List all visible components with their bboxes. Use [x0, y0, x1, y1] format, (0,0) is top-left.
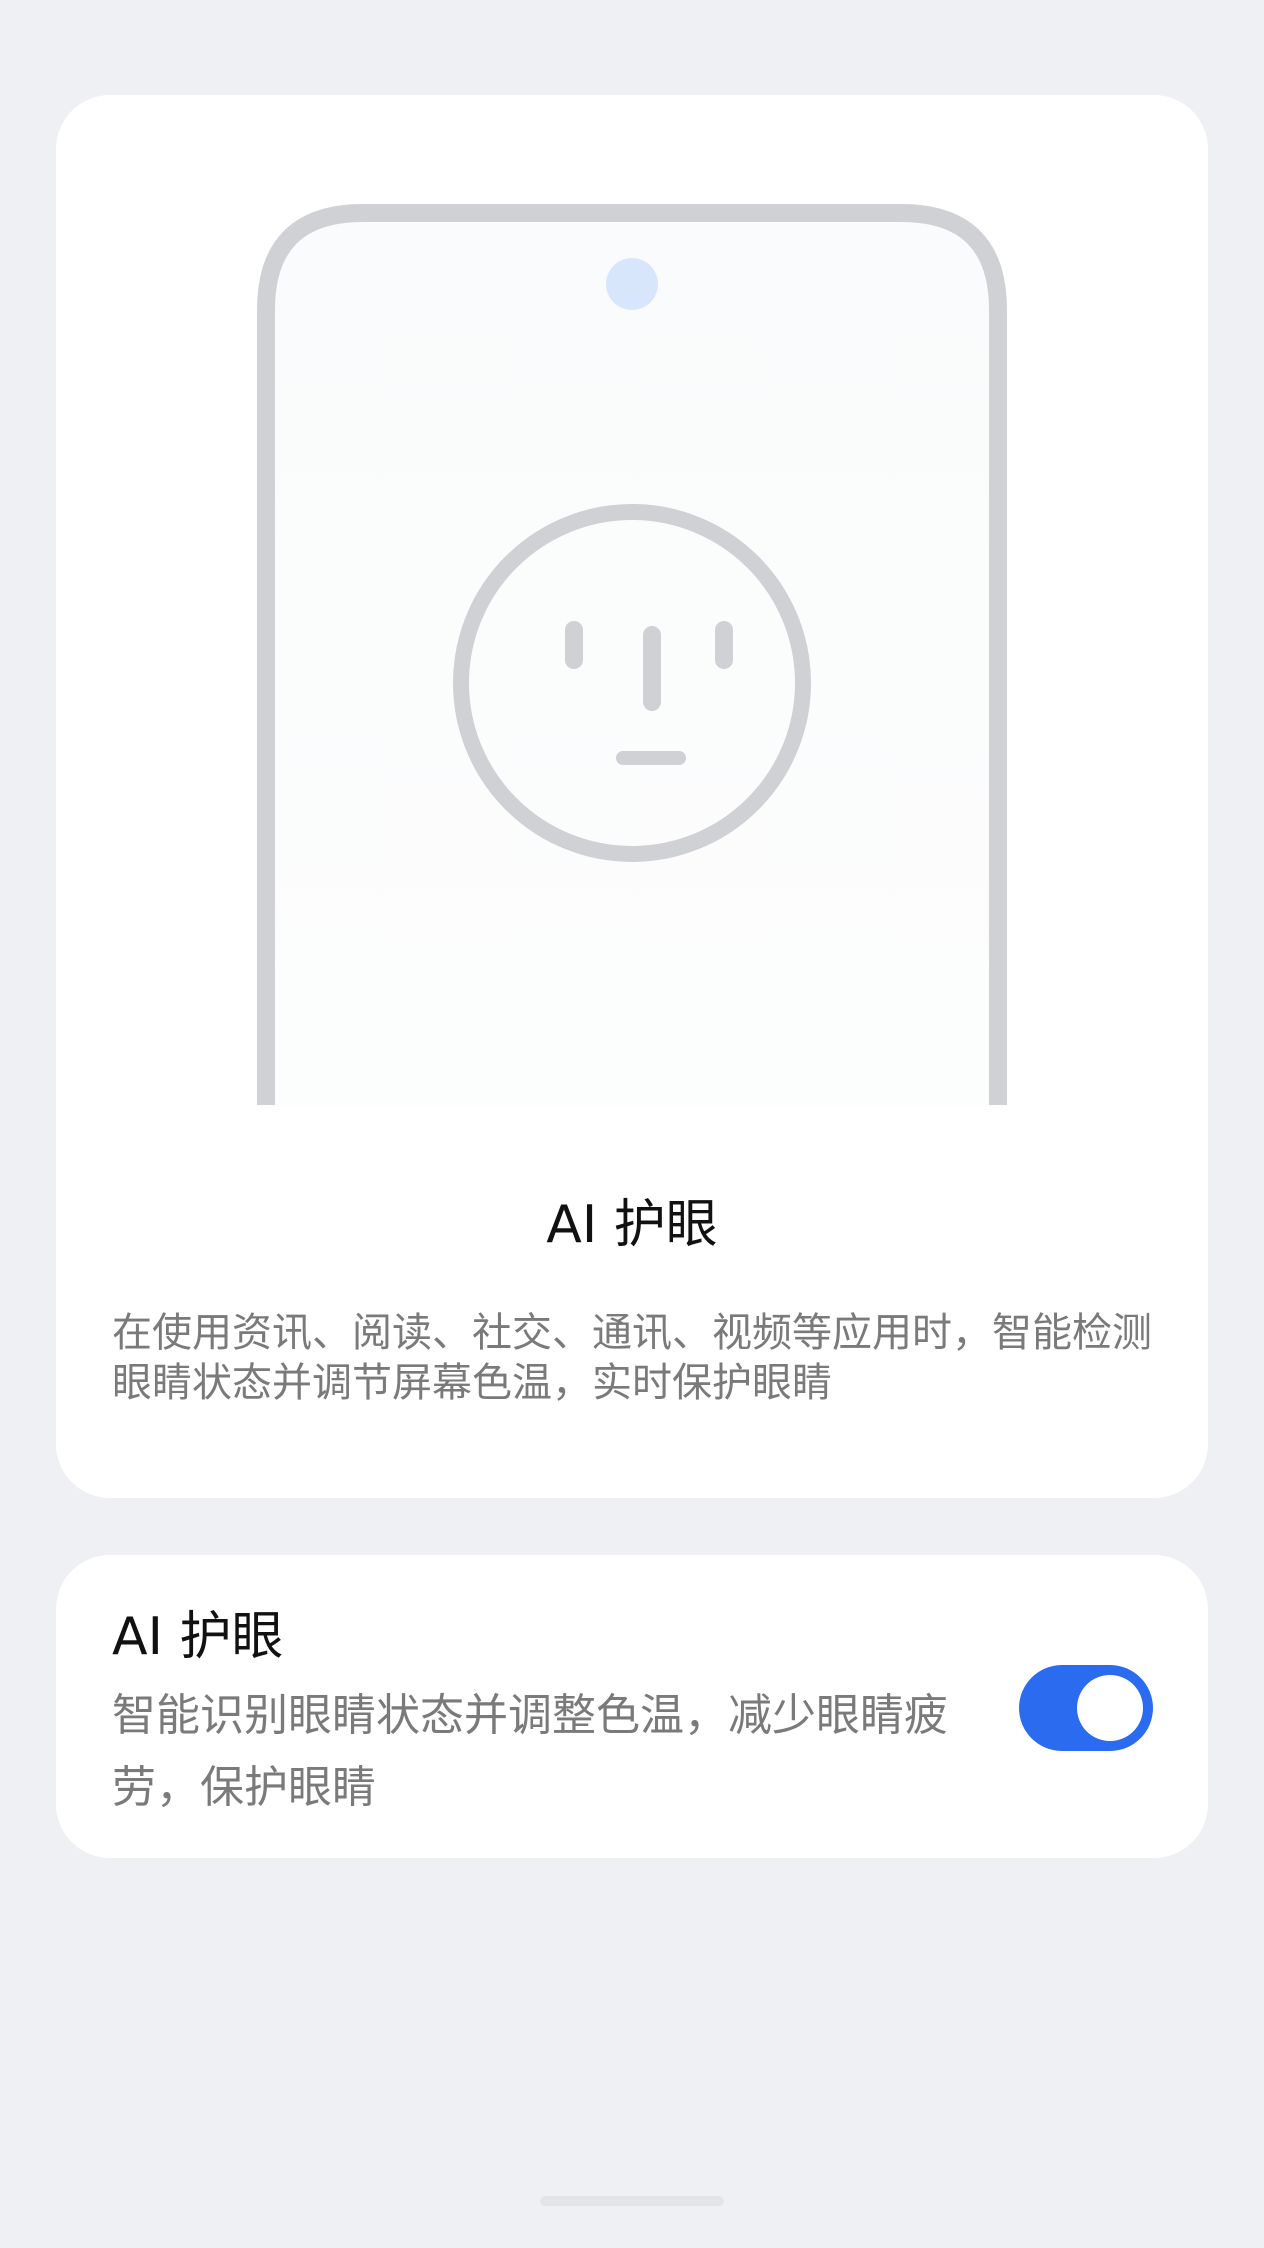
- settings-page: AI 护眼 在使用资讯、阅读、社交、通讯、视频等应用时，智能检测眼睛状态并调节屏…: [0, 0, 1264, 2248]
- ai-eye-protection-setting[interactable]: AI 护眼 智能识别眼睛状态并调整色温，减少眼睛疲劳，保护眼睛: [56, 1555, 1208, 1858]
- phone-with-face-icon: [56, 95, 1208, 1105]
- ai-eye-protection-toggle[interactable]: [1019, 1665, 1153, 1751]
- setting-title: AI 护眼: [112, 1607, 284, 1667]
- setting-description: 智能识别眼睛状态并调整色温，减少眼睛疲劳，保护眼睛: [112, 1690, 948, 1813]
- camera-dot: [606, 258, 658, 310]
- home-indicator: [540, 2196, 724, 2206]
- hero-card: AI 护眼 在使用资讯、阅读、社交、通讯、视频等应用时，智能检测眼睛状态并调节屏…: [56, 95, 1208, 1498]
- toggle-knob: [1077, 1675, 1143, 1741]
- hero-description: 在使用资讯、阅读、社交、通讯、视频等应用时，智能检测眼睛状态并调节屏幕色温，实时…: [112, 1310, 1152, 1406]
- hero-title: AI 护眼: [546, 1195, 718, 1255]
